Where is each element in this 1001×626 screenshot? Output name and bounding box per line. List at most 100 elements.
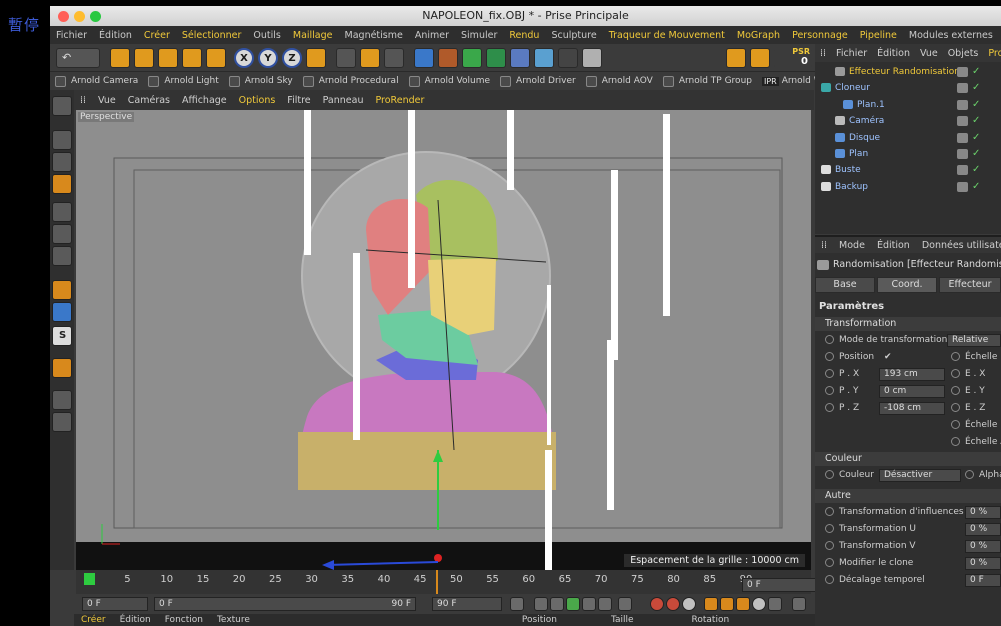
lock-z-button[interactable]: Z xyxy=(282,48,302,68)
record-scale-button[interactable] xyxy=(720,597,734,611)
object-item[interactable]: Cloneur ✓ xyxy=(815,80,1001,96)
drag-handle-icon[interactable]: ⁞⁞ xyxy=(74,95,92,106)
autre-row-value[interactable]: 0 % xyxy=(965,540,1001,553)
enable-check-icon[interactable]: ✓ xyxy=(972,80,980,96)
menu-11[interactable]: Traqueur de Mouvement xyxy=(603,30,731,41)
record-active-button[interactable] xyxy=(650,597,664,611)
radio-icon[interactable] xyxy=(825,507,834,516)
menu-12[interactable]: MoGraph xyxy=(731,30,786,41)
object-item[interactable]: Effecteur Randomisation ✓ xyxy=(815,64,1001,80)
radio-icon[interactable] xyxy=(825,558,834,567)
radio-icon[interactable] xyxy=(825,369,834,378)
material-create-menu[interactable]: Créer xyxy=(74,615,113,625)
radio-icon[interactable] xyxy=(951,386,960,395)
timeline-ruler[interactable]: 051015202530354045505560657075808590 0 F xyxy=(76,570,842,594)
camera-button[interactable] xyxy=(558,48,578,68)
cloner-button[interactable] xyxy=(486,48,506,68)
menu-9[interactable]: Rendu xyxy=(503,30,545,41)
visibility-toggle[interactable] xyxy=(957,83,968,94)
autokey-button[interactable] xyxy=(666,597,680,611)
visibility-toggle[interactable] xyxy=(957,149,968,159)
menu-14[interactable]: Pipeline xyxy=(854,30,903,41)
enable-check-icon[interactable]: ✓ xyxy=(972,130,980,146)
planar-workplane-button[interactable] xyxy=(52,412,72,432)
snap-button[interactable] xyxy=(750,48,770,68)
subdivision-button[interactable] xyxy=(462,48,482,68)
psr-button[interactable]: PSR 0 xyxy=(774,47,812,68)
object-item[interactable]: Disque ✓ xyxy=(815,130,1001,146)
keyframe-selection-button[interactable] xyxy=(682,597,696,611)
prev-frame-button[interactable] xyxy=(550,597,564,611)
goto-start-button[interactable] xyxy=(510,597,524,611)
material-edit-menu[interactable]: Édition xyxy=(113,615,158,625)
scale-tool-button[interactable] xyxy=(158,48,178,68)
view-options-button[interactable] xyxy=(52,96,72,116)
menu-0[interactable]: Fichier xyxy=(50,30,93,41)
menu-7[interactable]: Animer xyxy=(409,30,455,41)
object-item[interactable]: Caméra ✓ xyxy=(815,113,1001,129)
drag-handle-icon[interactable]: ⁞⁞ xyxy=(815,240,833,251)
model-mode-button[interactable] xyxy=(52,130,72,150)
range-slider[interactable]: 0 F 90 F xyxy=(154,597,416,611)
enable-check-icon[interactable]: ✓ xyxy=(972,97,980,113)
enable-check-icon[interactable]: ✓ xyxy=(972,179,980,195)
axis-mode-button[interactable] xyxy=(52,280,72,300)
object-item[interactable]: Buste ✓ xyxy=(815,162,1001,178)
visibility-toggle[interactable] xyxy=(957,99,968,110)
radio-icon[interactable] xyxy=(825,403,834,412)
mode-transformation-select[interactable]: Relative xyxy=(947,334,1001,347)
end-frame-field[interactable]: 90 F xyxy=(432,597,502,611)
tab-coord[interactable]: Coord. xyxy=(877,277,937,293)
arnold-volume-button[interactable]: Arnold Volume xyxy=(404,75,495,87)
viewport-menu-4[interactable]: Filtre xyxy=(281,95,316,106)
render-picture-viewer-button[interactable] xyxy=(360,48,380,68)
radio-icon[interactable] xyxy=(951,403,960,412)
object-menu-4[interactable]: Pro xyxy=(983,48,1001,59)
visibility-toggle[interactable] xyxy=(957,181,968,192)
autre-section-header[interactable]: Autre xyxy=(815,489,1001,503)
arnold-camera-button[interactable]: Arnold Camera xyxy=(50,75,143,87)
object-item[interactable]: Plan ✓ xyxy=(815,146,1001,162)
px-input[interactable]: 193 cm xyxy=(879,368,945,381)
lock-y-button[interactable]: Y xyxy=(258,48,278,68)
radio-icon[interactable] xyxy=(825,470,834,479)
render-view-button[interactable] xyxy=(336,48,356,68)
radio-icon[interactable] xyxy=(825,386,834,395)
lock-x-button[interactable]: X xyxy=(234,48,254,68)
arnold-aov-button[interactable]: Arnold AOV xyxy=(581,75,658,87)
visibility-toggle[interactable] xyxy=(957,132,968,143)
viewport-menu-0[interactable]: Vue xyxy=(92,95,122,106)
radio-icon[interactable] xyxy=(965,470,974,479)
object-item[interactable]: Backup ✓ xyxy=(815,179,1001,195)
enable-axis-button[interactable] xyxy=(726,48,746,68)
menu-3[interactable]: Sélectionner xyxy=(176,30,248,41)
visibility-toggle[interactable] xyxy=(957,67,968,77)
arnold-driver-button[interactable]: Arnold Driver xyxy=(495,75,581,87)
enable-check-icon[interactable]: ✓ xyxy=(972,162,980,178)
arnold-tp-group-button[interactable]: Arnold TP Group xyxy=(658,75,757,87)
pz-input[interactable]: -108 cm xyxy=(879,402,945,415)
material-function-menu[interactable]: Fonction xyxy=(158,615,210,625)
next-frame-button[interactable] xyxy=(582,597,596,611)
lock-workplane-button[interactable] xyxy=(52,390,72,410)
couleur-section-header[interactable]: Couleur xyxy=(815,452,1001,466)
arnold-window-button[interactable]: IPRArnold Window xyxy=(757,76,815,86)
menu-4[interactable]: Outils xyxy=(247,30,286,41)
py-input[interactable]: 0 cm xyxy=(879,385,945,398)
record-pla-button[interactable] xyxy=(768,597,782,611)
zoom-window-button[interactable] xyxy=(90,11,101,22)
viewport-menu-3[interactable]: Options xyxy=(233,95,282,106)
menu-10[interactable]: Sculpture xyxy=(545,30,602,41)
object-menu-3[interactable]: Objets xyxy=(943,48,984,59)
menu-1[interactable]: Édition xyxy=(93,30,138,41)
transformation-section-header[interactable]: Transformation xyxy=(815,317,1001,331)
deformer-button[interactable] xyxy=(510,48,530,68)
arnold-procedural-button[interactable]: Arnold Procedural xyxy=(298,75,404,87)
snapping-button[interactable] xyxy=(52,358,72,378)
menu-13[interactable]: Personnage xyxy=(786,30,854,41)
radio-icon[interactable] xyxy=(825,524,834,533)
select-tool-button[interactable] xyxy=(110,48,130,68)
menu-2[interactable]: Créer xyxy=(138,30,176,41)
workplane-mode-button[interactable] xyxy=(52,174,72,194)
radio-icon[interactable] xyxy=(951,369,960,378)
